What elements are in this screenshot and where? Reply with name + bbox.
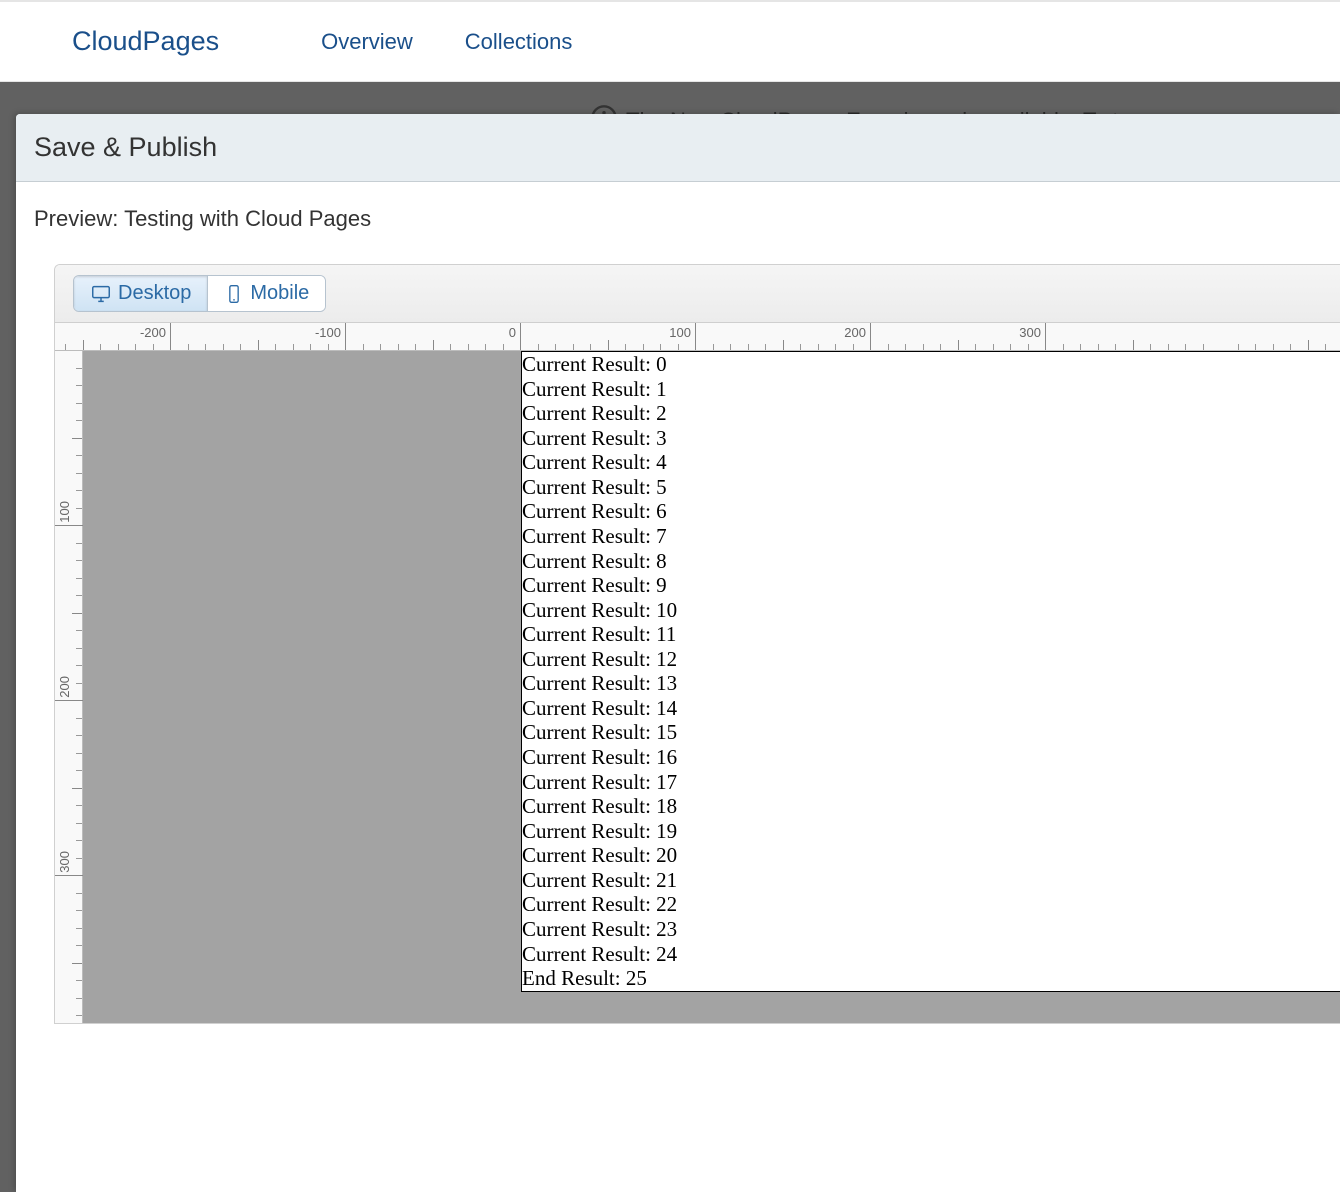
- result-line: Current Result: 7: [522, 524, 1340, 549]
- ruler-vertical: 100200300: [55, 351, 83, 1023]
- result-line: Current Result: 6: [522, 499, 1340, 524]
- result-line: Current Result: 4: [522, 450, 1340, 475]
- result-line: Current Result: 19: [522, 819, 1340, 844]
- result-line: Current Result: 8: [522, 549, 1340, 574]
- nav-collections[interactable]: Collections: [465, 29, 573, 55]
- viewport-toggle: Desktop Mobile: [73, 275, 326, 312]
- desktop-icon: [90, 283, 112, 305]
- result-line: Current Result: 12: [522, 647, 1340, 672]
- result-line: Current Result: 22: [522, 892, 1340, 917]
- preview-label: Preview: Testing with Cloud Pages: [16, 182, 1340, 232]
- publish-modal: Save & Publish Preview: Testing with Clo…: [16, 114, 1340, 1192]
- modal-title: Save & Publish: [34, 132, 217, 163]
- result-line: Current Result: 16: [522, 745, 1340, 770]
- result-line: Current Result: 15: [522, 720, 1340, 745]
- result-line: Current Result: 2: [522, 401, 1340, 426]
- end-result-line: End Result: 25: [522, 966, 1340, 991]
- preview-panel: Desktop Mobile -200-1000100200300 100200…: [54, 264, 1340, 1024]
- result-line: Current Result: 9: [522, 573, 1340, 598]
- tab-mobile[interactable]: Mobile: [207, 276, 325, 311]
- result-line: Current Result: 17: [522, 770, 1340, 795]
- mobile-icon: [224, 283, 244, 305]
- brand-label: CloudPages: [72, 26, 219, 57]
- result-line: Current Result: 18: [522, 794, 1340, 819]
- modal-header: Save & Publish: [16, 114, 1340, 182]
- tab-desktop-label: Desktop: [118, 282, 191, 305]
- result-line: Current Result: 1: [522, 377, 1340, 402]
- result-line: Current Result: 14: [522, 696, 1340, 721]
- result-line: Current Result: 20: [522, 843, 1340, 868]
- result-line: Current Result: 24: [522, 942, 1340, 967]
- ruler-horizontal: -200-1000100200300: [55, 323, 1340, 351]
- preview-canvas[interactable]: Current Result: 0Current Result: 1Curren…: [83, 351, 1340, 1023]
- result-line: Current Result: 0: [522, 352, 1340, 377]
- result-line: Current Result: 13: [522, 671, 1340, 696]
- result-line: Current Result: 23: [522, 917, 1340, 942]
- top-nav: CloudPages Overview Collections: [0, 0, 1340, 82]
- result-line: Current Result: 11: [522, 622, 1340, 647]
- result-line: Current Result: 3: [522, 426, 1340, 451]
- modal-backdrop: The New CloudPages Experience is availab…: [0, 82, 1340, 1192]
- tab-desktop[interactable]: Desktop: [74, 276, 207, 311]
- result-line: Current Result: 21: [522, 868, 1340, 893]
- preview-toolbar: Desktop Mobile: [55, 265, 1340, 323]
- result-line: Current Result: 5: [522, 475, 1340, 500]
- tab-mobile-label: Mobile: [250, 282, 309, 305]
- result-line: Current Result: 10: [522, 598, 1340, 623]
- nav-overview[interactable]: Overview: [321, 29, 413, 55]
- rendered-page: Current Result: 0Current Result: 1Curren…: [521, 351, 1340, 992]
